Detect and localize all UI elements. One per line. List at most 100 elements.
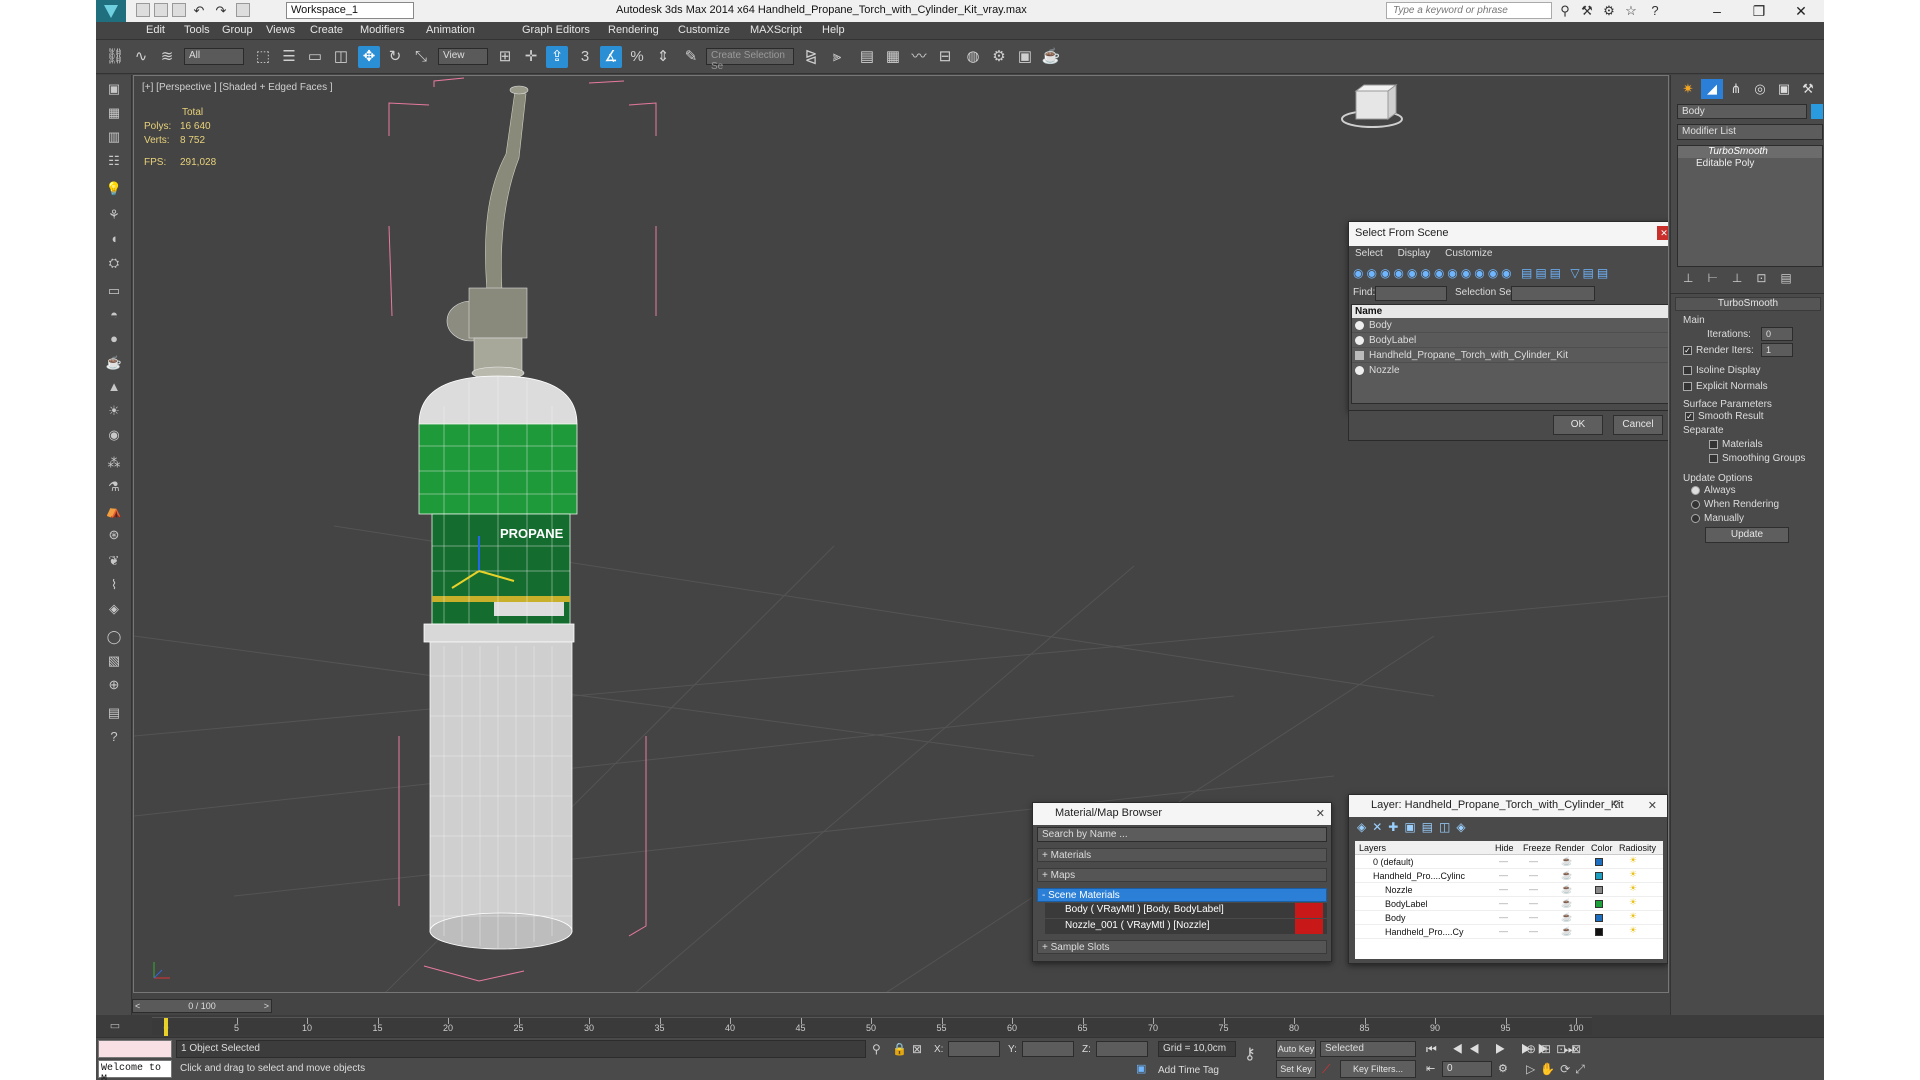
create-tab-icon[interactable]: ✷ bbox=[1677, 79, 1699, 99]
modifier-list-dropdown[interactable]: Modifier List bbox=[1677, 124, 1823, 140]
render-iters-spinner[interactable]: 1 bbox=[1761, 343, 1793, 357]
menu-maxscript[interactable]: MAXScript bbox=[750, 24, 802, 36]
save-file-icon[interactable] bbox=[172, 3, 186, 17]
radiosity-icon[interactable]: ☀ bbox=[1629, 925, 1637, 936]
edit-named-selection-icon[interactable]: ✎ bbox=[680, 46, 702, 68]
when-rendering-row[interactable]: When Rendering bbox=[1691, 499, 1779, 510]
mirror-icon[interactable]: ⧎ bbox=[800, 46, 822, 68]
reference-coordinate-dropdown[interactable]: View bbox=[438, 48, 488, 65]
help-icon[interactable]: ? bbox=[1646, 2, 1664, 20]
select-and-scale-icon[interactable]: ⤡ bbox=[410, 46, 432, 68]
close-dialog-button[interactable]: ✕ bbox=[1316, 807, 1325, 820]
explicit-normals-row[interactable]: Explicit Normals bbox=[1683, 381, 1768, 392]
hide-toggle[interactable]: — bbox=[1499, 870, 1508, 880]
panel-icon[interactable]: ▥ bbox=[104, 127, 124, 147]
particle-icon[interactable]: ⁂ bbox=[104, 453, 124, 473]
isoline-row[interactable]: Isoline Display bbox=[1683, 365, 1760, 376]
track-bar[interactable]: 0510152025303540455055606570758085909510… bbox=[152, 1017, 1592, 1036]
bind-space-warp-icon[interactable]: ≋ bbox=[156, 46, 178, 68]
materials-row[interactable]: Materials bbox=[1709, 439, 1763, 450]
select-and-rotate-icon[interactable]: ↻ bbox=[384, 46, 406, 68]
render-setup-icon[interactable]: ⚙ bbox=[988, 46, 1010, 68]
list-item[interactable]: Body bbox=[1352, 318, 1668, 333]
light-bulb-icon[interactable]: 💡 bbox=[104, 179, 124, 199]
hide-toggle[interactable]: — bbox=[1499, 884, 1508, 894]
display-tab-icon[interactable]: ▣ bbox=[1773, 79, 1795, 99]
layer-row[interactable]: BodyLabel — — ☕ ☀ bbox=[1355, 897, 1663, 911]
maximize-button[interactable]: ❐ bbox=[1738, 0, 1780, 22]
sample-slots-section[interactable]: + Sample Slots bbox=[1037, 940, 1327, 954]
col-hide[interactable]: Hide bbox=[1495, 843, 1514, 853]
list-item[interactable]: BodyLabel bbox=[1352, 333, 1668, 348]
stack-item-turbosmooth[interactable]: TurboSmooth bbox=[1678, 146, 1822, 158]
when-rendering-radio[interactable] bbox=[1691, 499, 1700, 509]
layer-toolbar[interactable]: ◈✕✚▣▤◫◈ bbox=[1349, 817, 1667, 839]
dynamics-icon[interactable]: ⚗ bbox=[104, 477, 124, 497]
layer-color-swatch[interactable] bbox=[1595, 858, 1603, 866]
lock-selection-icon[interactable]: 🔒 bbox=[892, 1042, 907, 1056]
time-configuration-icon[interactable]: ⚙ bbox=[1498, 1062, 1508, 1075]
close-dialog-button[interactable]: ✕ bbox=[1648, 799, 1657, 812]
hide-toggle[interactable]: — bbox=[1499, 856, 1508, 866]
hide-toggle[interactable]: — bbox=[1499, 912, 1508, 922]
radiosity-icon[interactable]: ☀ bbox=[1629, 883, 1637, 894]
key-mode-dropdown[interactable]: Selected bbox=[1320, 1041, 1416, 1057]
smoothing-groups-row[interactable]: Smoothing Groups bbox=[1709, 453, 1805, 464]
stack-tools[interactable]: ⊥⊢⊥⊡▤ bbox=[1677, 271, 1823, 291]
tools-icon[interactable]: ⚒ bbox=[1578, 2, 1596, 20]
time-slider[interactable]: <0 / 100 > bbox=[132, 999, 272, 1013]
col-color[interactable]: Color bbox=[1591, 843, 1613, 853]
viewport-nav-controls-2[interactable]: ▷✋⟳⤢ bbox=[1526, 1062, 1590, 1077]
create-box-icon[interactable]: ▣ bbox=[104, 79, 124, 99]
dialog-menu-display[interactable]: Display bbox=[1398, 248, 1431, 259]
manipulate-icon[interactable]: ✛ bbox=[520, 46, 542, 68]
foliage-icon[interactable]: ❦ bbox=[104, 551, 124, 571]
set-key-button[interactable]: Set Key bbox=[1276, 1060, 1316, 1078]
smooth-result-row[interactable]: ✓ Smooth Result bbox=[1685, 411, 1764, 422]
rectangular-selection-icon[interactable]: ▭ bbox=[304, 46, 326, 68]
perspective-viewport[interactable]: [+] [Perspective ] [Shaded + Edged Faces… bbox=[133, 75, 1669, 993]
time-tag-icon[interactable]: ▣ bbox=[1136, 1062, 1146, 1075]
viewport-nav-controls[interactable]: ⊕⊞⊡⊠ bbox=[1526, 1042, 1586, 1056]
search-input[interactable]: Type a keyword or phrase bbox=[1386, 2, 1552, 19]
object-name-input[interactable]: Body bbox=[1677, 104, 1807, 119]
layer-color-swatch[interactable] bbox=[1595, 900, 1603, 908]
layer-manager-icon[interactable]: ▤ bbox=[856, 46, 878, 68]
set-key-icon[interactable]: ⟋ bbox=[1322, 1062, 1330, 1077]
help-circle-icon[interactable]: ? bbox=[104, 727, 124, 747]
ok-button[interactable]: OK bbox=[1553, 415, 1603, 435]
project-folder-icon[interactable] bbox=[236, 3, 250, 17]
dome-primitive-icon[interactable]: ◓ bbox=[104, 305, 124, 325]
select-by-name-icon[interactable]: ☰ bbox=[278, 46, 300, 68]
stack-item-editable-poly[interactable]: Editable Poly bbox=[1678, 158, 1822, 170]
material-search-input[interactable]: Search by Name ... bbox=[1037, 827, 1327, 842]
app-logo-icon[interactable] bbox=[96, 0, 126, 22]
undo-icon[interactable]: ↶ bbox=[190, 2, 208, 20]
align-icon[interactable]: ⫸ bbox=[826, 46, 848, 68]
current-frame-input[interactable]: 0 bbox=[1442, 1061, 1492, 1077]
layer-row[interactable]: Handheld_Pro....Cy — — ☕ ☀ bbox=[1355, 925, 1663, 939]
hair-icon[interactable]: ⌇ bbox=[104, 575, 124, 595]
render-iters-row[interactable]: ✓ Render Iters: bbox=[1683, 345, 1754, 356]
layer-row[interactable]: 0 (default) — — ☕ ☀ bbox=[1355, 855, 1663, 869]
name-column-header[interactable]: Name bbox=[1352, 305, 1668, 318]
redo-icon[interactable]: ↷ bbox=[212, 2, 230, 20]
materials-checkbox[interactable] bbox=[1709, 439, 1718, 449]
absolute-mode-icon[interactable]: ⊠ bbox=[912, 1042, 922, 1056]
keyboard-shortcut-toggle-icon[interactable]: ⇪ bbox=[546, 46, 568, 68]
percent-snap-icon[interactable]: % bbox=[626, 46, 648, 68]
viewport-layout-icon[interactable]: ▦ bbox=[104, 103, 124, 123]
close-button[interactable]: ✕ bbox=[1780, 0, 1822, 22]
connect-icon[interactable]: ⚙ bbox=[1600, 2, 1618, 20]
sun-light-icon[interactable]: ☀ bbox=[104, 401, 124, 421]
helper-icon[interactable]: ⚘ bbox=[104, 205, 124, 225]
render-teapot-icon[interactable]: ☕ bbox=[1561, 926, 1572, 937]
layer-row[interactable]: Handheld_Pro....Cylinc — — ☕ ☀ bbox=[1355, 869, 1663, 883]
freeze-toggle[interactable]: — bbox=[1529, 926, 1538, 936]
key-filters-button[interactable]: Key Filters... bbox=[1340, 1060, 1416, 1078]
asset-browser-icon[interactable]: ▧ bbox=[104, 651, 124, 671]
snaps-toggle-icon[interactable]: 3 bbox=[574, 46, 596, 68]
update-button[interactable]: Update bbox=[1705, 527, 1789, 543]
earth-icon[interactable]: ⊕ bbox=[104, 675, 124, 695]
menu-customize[interactable]: Customize bbox=[678, 24, 730, 36]
